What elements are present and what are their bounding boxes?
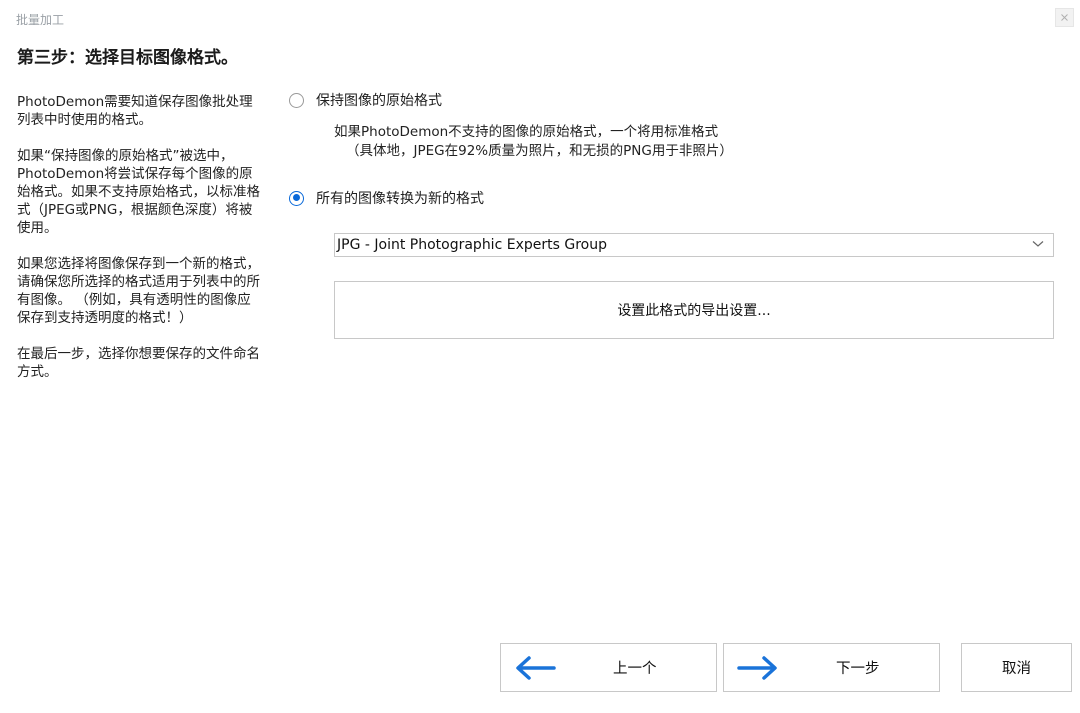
help-paragraph: 在最后一步，选择你想要保存的文件命名方式。 xyxy=(17,346,260,380)
cancel-button-label: 取消 xyxy=(1002,661,1031,677)
arrow-right-icon xyxy=(737,656,777,680)
radio-checked-icon[interactable] xyxy=(289,190,304,206)
description-line: 如果PhotoDemon不支持的图像的原始格式，一个将用标准格式 xyxy=(334,124,719,140)
step-title: 第三步：选择目标图像格式。 xyxy=(17,48,238,68)
radio-convert-all[interactable]: 所有的图像转换为新的格式 xyxy=(289,188,484,208)
help-paragraph: PhotoDemon需要知道保存图像批处理列表中时使用的格式。 xyxy=(17,94,253,128)
window-title: 批量加工 xyxy=(16,13,65,27)
help-paragraph: 如果“保持图像的原始格式”被选中，PhotoDemon将尝试保存每个图像的原始格… xyxy=(17,148,260,236)
format-dropdown-value: JPG - Joint Photographic Experts Group xyxy=(337,237,607,253)
help-paragraph: 如果您选择将图像保存到一个新的格式，请确保您所选择的格式适用于列表中的所有图像。… xyxy=(17,256,260,326)
export-settings-label: 设置此格式的导出设置... xyxy=(617,303,771,319)
radio-keep-original-label[interactable]: 保持图像的原始格式 xyxy=(316,90,442,110)
cancel-button[interactable]: 取消 xyxy=(961,643,1072,692)
close-icon xyxy=(1061,14,1068,21)
back-button-label: 上一个 xyxy=(613,661,657,677)
help-panel: PhotoDemon需要知道保存图像批处理列表中时使用的格式。 如果“保持图像的… xyxy=(17,93,262,399)
export-settings-button[interactable]: 设置此格式的导出设置... xyxy=(334,281,1054,339)
chevron-down-icon xyxy=(1032,241,1044,247)
title-bar: 批量加工 xyxy=(0,0,1080,34)
back-button[interactable]: 上一个 xyxy=(500,643,717,692)
radio-unchecked-icon[interactable] xyxy=(289,92,304,108)
format-dropdown[interactable]: JPG - Joint Photographic Experts Group xyxy=(334,233,1054,257)
radio-convert-all-label[interactable]: 所有的图像转换为新的格式 xyxy=(316,188,484,208)
description-line: （具体地，JPEG在92%质量为照片，和无损的PNG用于非照片） xyxy=(346,143,733,159)
keep-original-description: 如果PhotoDemon不支持的图像的原始格式，一个将用标准格式 （具体地，JP… xyxy=(334,123,733,161)
arrow-left-icon xyxy=(516,656,556,680)
radio-keep-original[interactable]: 保持图像的原始格式 xyxy=(289,90,442,110)
next-button-label: 下一步 xyxy=(836,661,880,677)
next-button[interactable]: 下一步 xyxy=(723,643,940,692)
close-button[interactable] xyxy=(1055,8,1074,27)
